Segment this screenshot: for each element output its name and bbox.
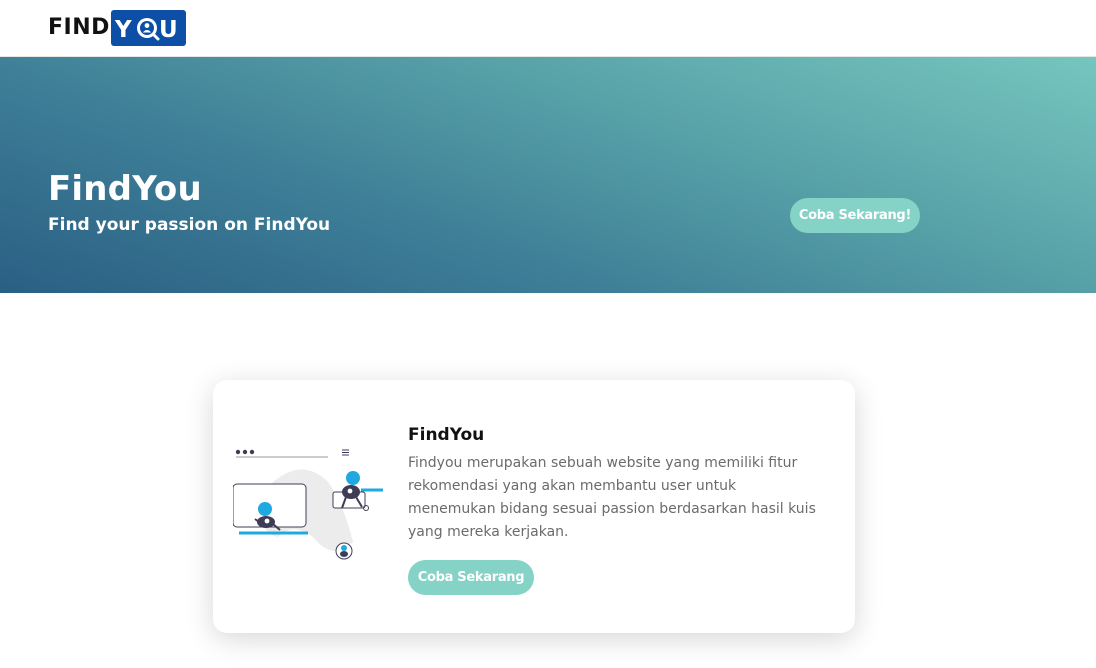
brand-you-badge: Y U — [110, 10, 186, 46]
people-searching-illustration — [232, 442, 383, 562]
feature-card: FindYou Findyou merupakan sebuah website… — [213, 380, 855, 633]
navbar: FIND Y U — [0, 0, 1096, 57]
brand-find-text: FIND — [48, 15, 110, 40]
brand-logo[interactable]: FIND Y U — [48, 10, 186, 46]
card-description: Findyou merupakan sebuah website yang me… — [408, 455, 816, 540]
hero-title: FindYou — [48, 169, 202, 209]
hero-try-now-button[interactable]: Coba Sekarang! — [790, 198, 920, 233]
illustration-svg — [232, 449, 383, 560]
brand-u-letter: U — [159, 17, 178, 43]
card-try-now-button[interactable]: Coba Sekarang — [408, 560, 534, 595]
brand-y-letter: Y — [114, 17, 132, 43]
hero-banner: FindYou Find your passion on FindYou Cob… — [0, 57, 1096, 293]
hero-subtitle: Find your passion on FindYou — [48, 215, 331, 235]
brand-you-logo-icon: Y U — [114, 17, 178, 43]
card-title: FindYou — [408, 425, 485, 445]
